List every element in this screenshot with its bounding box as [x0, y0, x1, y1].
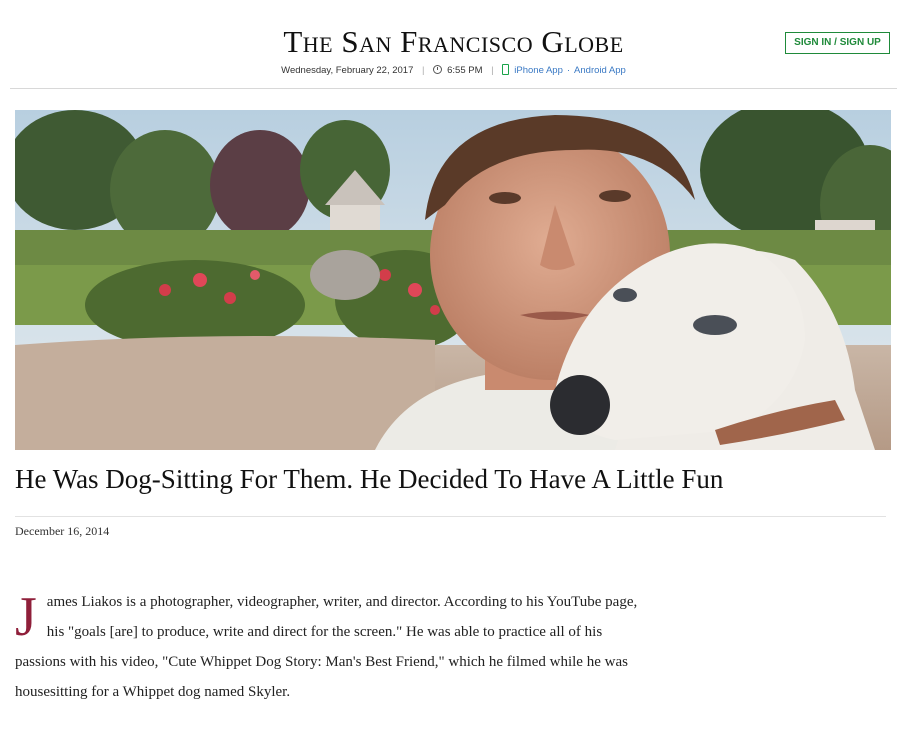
divider: |: [422, 65, 425, 76]
iphone-app-link[interactable]: iPhone App: [514, 65, 563, 76]
android-app-link[interactable]: Android App: [574, 65, 626, 76]
headline-divider: [15, 516, 886, 517]
drop-cap: J: [15, 586, 37, 648]
header-divider: [10, 88, 897, 89]
date-bar: Wednesday, February 22, 2017 | 6:55 PM |…: [0, 64, 907, 76]
masthead: The San Francisco Globe Wednesday, Febru…: [0, 0, 907, 88]
divider: |: [491, 65, 494, 76]
hero-photo: [15, 110, 891, 450]
phone-icon: [502, 64, 510, 75]
bullet-separator: ·: [566, 65, 571, 76]
sign-in-button[interactable]: SIGN IN / SIGN UP: [785, 32, 890, 54]
hero-image: [15, 110, 891, 450]
current-time: 6:55 PM: [447, 65, 483, 76]
clock-icon: [433, 65, 443, 74]
article-headline: He Was Dog-Sitting For Them. He Decided …: [15, 464, 724, 494]
article-date: December 16, 2014: [15, 524, 110, 538]
current-date: Wednesday, February 22, 2017: [281, 65, 414, 76]
article-body: James Liakos is a photographer, videogra…: [15, 587, 640, 707]
article-body-text: ames Liakos is a photographer, videograp…: [15, 594, 638, 700]
site-logo[interactable]: The San Francisco Globe: [0, 24, 907, 60]
